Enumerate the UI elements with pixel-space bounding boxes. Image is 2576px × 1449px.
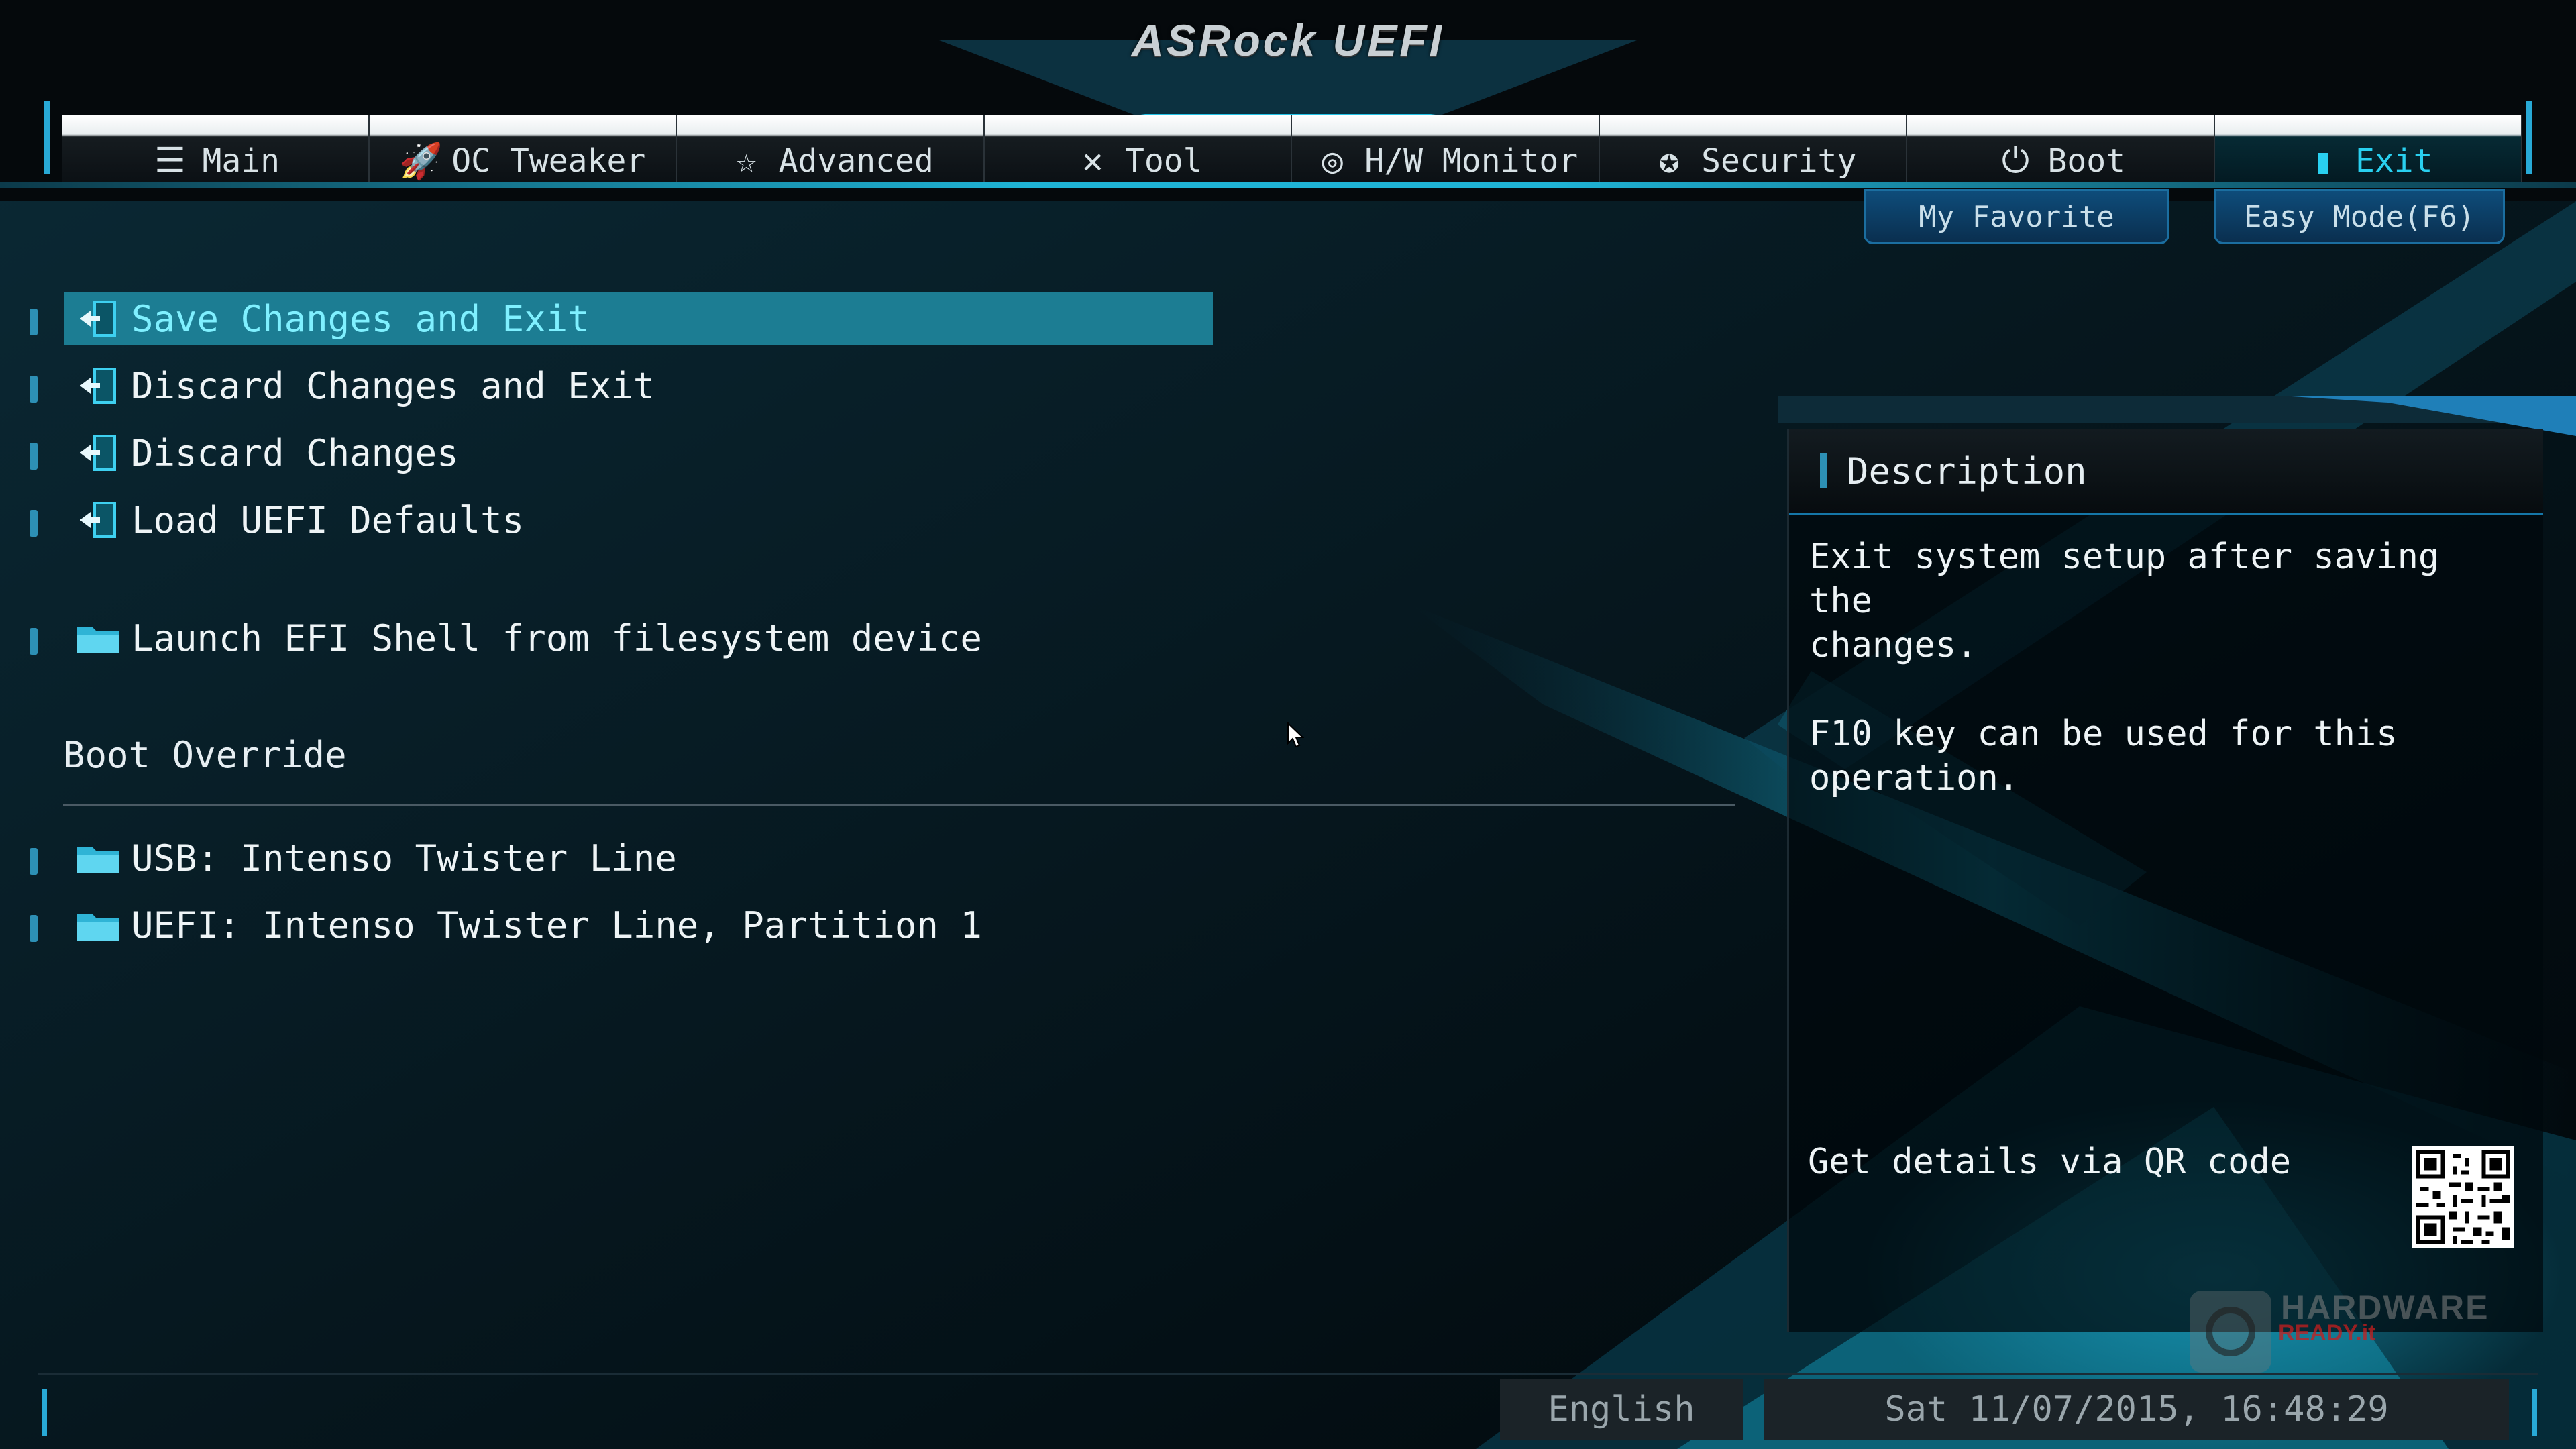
mouse-cursor-icon bbox=[1287, 722, 1304, 748]
tab-tool[interactable]: ✕ Tool bbox=[984, 115, 1292, 182]
exit-door-icon bbox=[64, 366, 131, 405]
item-bullet bbox=[30, 309, 38, 335]
list-icon: ☰ bbox=[154, 141, 186, 181]
tab-security[interactable]: ✪ Security bbox=[1599, 115, 1907, 182]
item-bullet bbox=[30, 848, 38, 875]
tab-tool-label: Tool bbox=[1124, 142, 1203, 180]
watermark-logo-icon bbox=[2190, 1291, 2271, 1373]
tab-hw-monitor-label: H/W Monitor bbox=[1364, 142, 1578, 180]
item-bullet bbox=[30, 510, 38, 537]
footer-edge-right bbox=[2532, 1389, 2537, 1436]
watermark-text-2: READY.it bbox=[2278, 1320, 2376, 1346]
menu-item-label: Load UEFI Defaults bbox=[131, 498, 525, 541]
description-text: Exit system setup after saving the chang… bbox=[1809, 537, 2440, 798]
wrench-icon: ✕ bbox=[1082, 141, 1104, 181]
tab-advanced[interactable]: ☆ Advanced bbox=[677, 115, 985, 182]
boot-override-usb[interactable]: USB: Intenso Twister Line bbox=[64, 832, 677, 884]
star-icon: ☆ bbox=[736, 141, 757, 181]
power-icon: ⏻ bbox=[2001, 140, 2030, 181]
tab-exit[interactable]: ▮ Exit bbox=[2214, 115, 2522, 182]
description-header: Description bbox=[1789, 429, 2543, 515]
menu-item-label: Discard Changes and Exit bbox=[131, 364, 655, 407]
folder-icon bbox=[64, 908, 131, 942]
exit-door-icon bbox=[64, 500, 131, 539]
tab-boot-label: Boot bbox=[2047, 142, 2126, 180]
folder-icon bbox=[64, 841, 131, 875]
tab-exit-label: Exit bbox=[2355, 142, 2433, 180]
menu-item-save-changes-and-exit[interactable]: Save Changes and Exit bbox=[64, 292, 1213, 345]
tab-main[interactable]: ☰ Main bbox=[62, 115, 370, 182]
date-time-display[interactable]: Sat 11/07/2015, 16:48:29 bbox=[1764, 1379, 2509, 1440]
menu-item-label: USB: Intenso Twister Line bbox=[131, 837, 677, 879]
monitor-icon: ◎ bbox=[1322, 141, 1343, 181]
menu-item-launch-efi-shell[interactable]: Launch EFI Shell from filesystem device bbox=[64, 612, 982, 664]
tab-security-label: Security bbox=[1701, 142, 1857, 180]
main-tab-bar: ☰ Main 🚀 OC Tweaker ☆ Advanced ✕ Tool ◎ … bbox=[62, 115, 2522, 182]
menu-item-discard-changes[interactable]: Discard Changes bbox=[64, 427, 459, 479]
footer-bar bbox=[38, 1373, 2538, 1375]
tab-oc-tweaker-label: OC Tweaker bbox=[451, 142, 646, 180]
boot-override-heading: Boot Override bbox=[63, 734, 347, 776]
description-panel: Description Exit system setup after savi… bbox=[1787, 429, 2543, 1332]
folder-icon bbox=[64, 621, 131, 655]
language-selector[interactable]: English bbox=[1500, 1379, 1743, 1440]
exit-icon: ▮ bbox=[2312, 141, 2334, 181]
shield-icon: ✪ bbox=[1658, 141, 1680, 181]
exit-door-icon bbox=[64, 299, 131, 338]
rocket-icon: 🚀 bbox=[399, 141, 443, 182]
menu-item-label: Discard Changes bbox=[131, 431, 459, 474]
tab-underline bbox=[0, 182, 2576, 188]
item-bullet bbox=[30, 443, 38, 470]
item-bullet bbox=[30, 915, 38, 942]
tab-boot[interactable]: ⏻ Boot bbox=[1907, 115, 2215, 182]
section-divider bbox=[63, 804, 1735, 806]
tab-oc-tweaker[interactable]: 🚀 OC Tweaker bbox=[369, 115, 677, 182]
tab-main-label: Main bbox=[202, 142, 280, 180]
menu-item-discard-changes-and-exit[interactable]: Discard Changes and Exit bbox=[64, 360, 655, 412]
exit-door-icon bbox=[64, 433, 131, 472]
menu-item-label: Save Changes and Exit bbox=[131, 297, 590, 340]
description-title: Description bbox=[1847, 449, 2087, 492]
qr-code-label: Get details via QR code bbox=[1808, 1142, 2292, 1182]
easy-mode-button[interactable]: Easy Mode(F6) bbox=[2214, 189, 2505, 244]
asrock-uefi-logo: ASRock UEFI bbox=[1132, 15, 1444, 65]
my-favorite-button[interactable]: My Favorite bbox=[1864, 189, 2169, 244]
tab-advanced-label: Advanced bbox=[778, 142, 934, 180]
menu-item-label: UEFI: Intenso Twister Line, Partition 1 bbox=[131, 904, 982, 947]
qr-code-icon[interactable] bbox=[2410, 1146, 2516, 1248]
menu-item-load-uefi-defaults[interactable]: Load UEFI Defaults bbox=[64, 494, 524, 546]
boot-override-uefi[interactable]: UEFI: Intenso Twister Line, Partition 1 bbox=[64, 899, 982, 951]
tab-hw-monitor[interactable]: ◎ H/W Monitor bbox=[1292, 115, 1600, 182]
menu-item-label: Launch EFI Shell from filesystem device bbox=[131, 616, 982, 659]
header-accent-bar bbox=[1820, 453, 1827, 488]
footer-edge-left bbox=[42, 1389, 47, 1436]
item-bullet bbox=[30, 376, 38, 402]
item-bullet bbox=[30, 628, 38, 655]
